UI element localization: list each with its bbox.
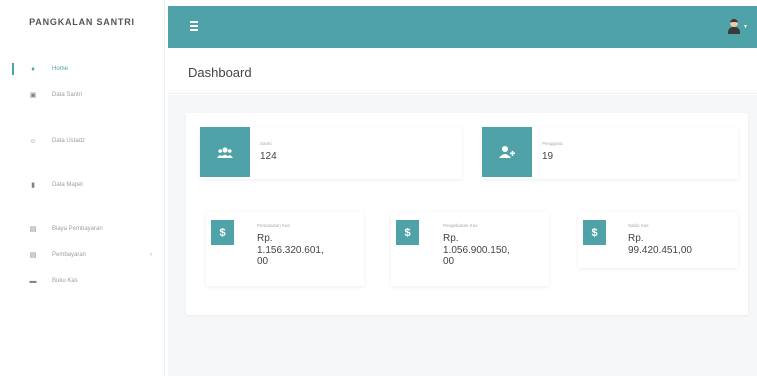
sidebar-item-pembayaran[interactable]: ▤ Pembayaran ‹ [0, 242, 164, 268]
stat-card-saldo-kas: $ Saldo Kas Rp. 99.420.451,00 [578, 212, 738, 268]
stat-value: 99.420.451,00 [628, 244, 692, 256]
sidebar-item-label: Home [52, 66, 69, 72]
page-header: Dashboard [168, 48, 757, 94]
stat-value-cents: 00 [443, 256, 455, 267]
stat-label: Pengguna [542, 141, 563, 146]
sidebar-item-label: Biaya Pembayaran [52, 226, 103, 232]
sidebar-section-divider [0, 116, 164, 128]
book-open-icon: ▬ [29, 277, 37, 285]
sidebar-item-buku-kas[interactable]: ▬ Buku Kas [0, 268, 164, 294]
sidebar-section-divider [0, 44, 164, 56]
stat-label: Santri [260, 141, 272, 146]
brand-title[interactable]: PANGKALAN SANTRI [0, 0, 164, 44]
stat-value: 1.056.900.150, [443, 244, 510, 256]
sidebar-section-divider [0, 160, 164, 172]
id-card-icon: ▣ [29, 92, 37, 99]
stat-card-pengeluaran-kas: $ Pengeluaran Kas Rp. 1.056.900.150, 00 [391, 212, 549, 286]
stat-value-prefix: Rp. [628, 233, 644, 244]
user-avatar-icon[interactable] [727, 19, 741, 35]
stat-label: Pengeluaran Kas [443, 223, 478, 228]
users-icon [200, 127, 250, 177]
caret-down-icon[interactable]: ▼ [743, 24, 748, 30]
stat-value: 1.156.320.601, [257, 244, 324, 256]
stat-card-pemasukan-kas: $ Pemasukan Kas Rp. 1.156.320.601, 00 [206, 212, 364, 286]
sidebar: PANGKALAN SANTRI ♦ Home ▣ Data Santri ☺ … [0, 0, 165, 376]
sidebar-item-label: Data Mapel [52, 182, 83, 188]
stat-value-prefix: Rp. [257, 233, 273, 244]
dollar-icon: $ [396, 220, 419, 245]
top-navbar: ▼ [168, 6, 757, 48]
menu-toggle-icon[interactable] [190, 21, 198, 31]
stat-card-santri: Santri 124 [200, 127, 462, 179]
sidebar-item-data-ustadz[interactable]: ☺ Data Ustadz [0, 128, 164, 154]
sidebar-section-divider [0, 204, 164, 216]
stat-value: 124 [260, 151, 277, 162]
user-tie-icon: ☺ [29, 137, 37, 145]
chevron-left-icon: ‹ [150, 252, 152, 258]
page-title: Dashboard [188, 65, 252, 80]
document-icon: ▤ [29, 252, 37, 259]
sidebar-item-data-mapel[interactable]: ▮ Data Mapel [0, 172, 164, 198]
stat-value-cents: 00 [257, 256, 269, 267]
user-plus-icon [482, 127, 532, 177]
book-icon: ▮ [31, 182, 35, 189]
dollar-icon: $ [211, 220, 234, 245]
sidebar-item-label: Buku Kas [52, 278, 78, 284]
dollar-icon: $ [583, 220, 606, 245]
sidebar-item-biaya-pembayaran[interactable]: ▤ Biaya Pembayaran [0, 216, 164, 242]
stat-value-prefix: Rp. [443, 233, 459, 244]
stat-label: Saldo Kas [628, 223, 649, 228]
sidebar-item-label: Data Santri [52, 92, 83, 98]
stat-value: 19 [542, 151, 554, 162]
stat-card-pengguna: Pengguna 19 [482, 127, 738, 179]
document-icon: ▤ [29, 226, 37, 233]
home-icon: ♦ [31, 65, 35, 73]
stat-label: Pemasukan Kas [257, 223, 290, 228]
sidebar-item-label: Pembayaran [52, 252, 87, 258]
sidebar-item-data-santri[interactable]: ▣ Data Santri [0, 82, 164, 108]
sidebar-item-home[interactable]: ♦ Home [0, 56, 164, 82]
sidebar-item-label: Data Ustadz [52, 138, 86, 144]
